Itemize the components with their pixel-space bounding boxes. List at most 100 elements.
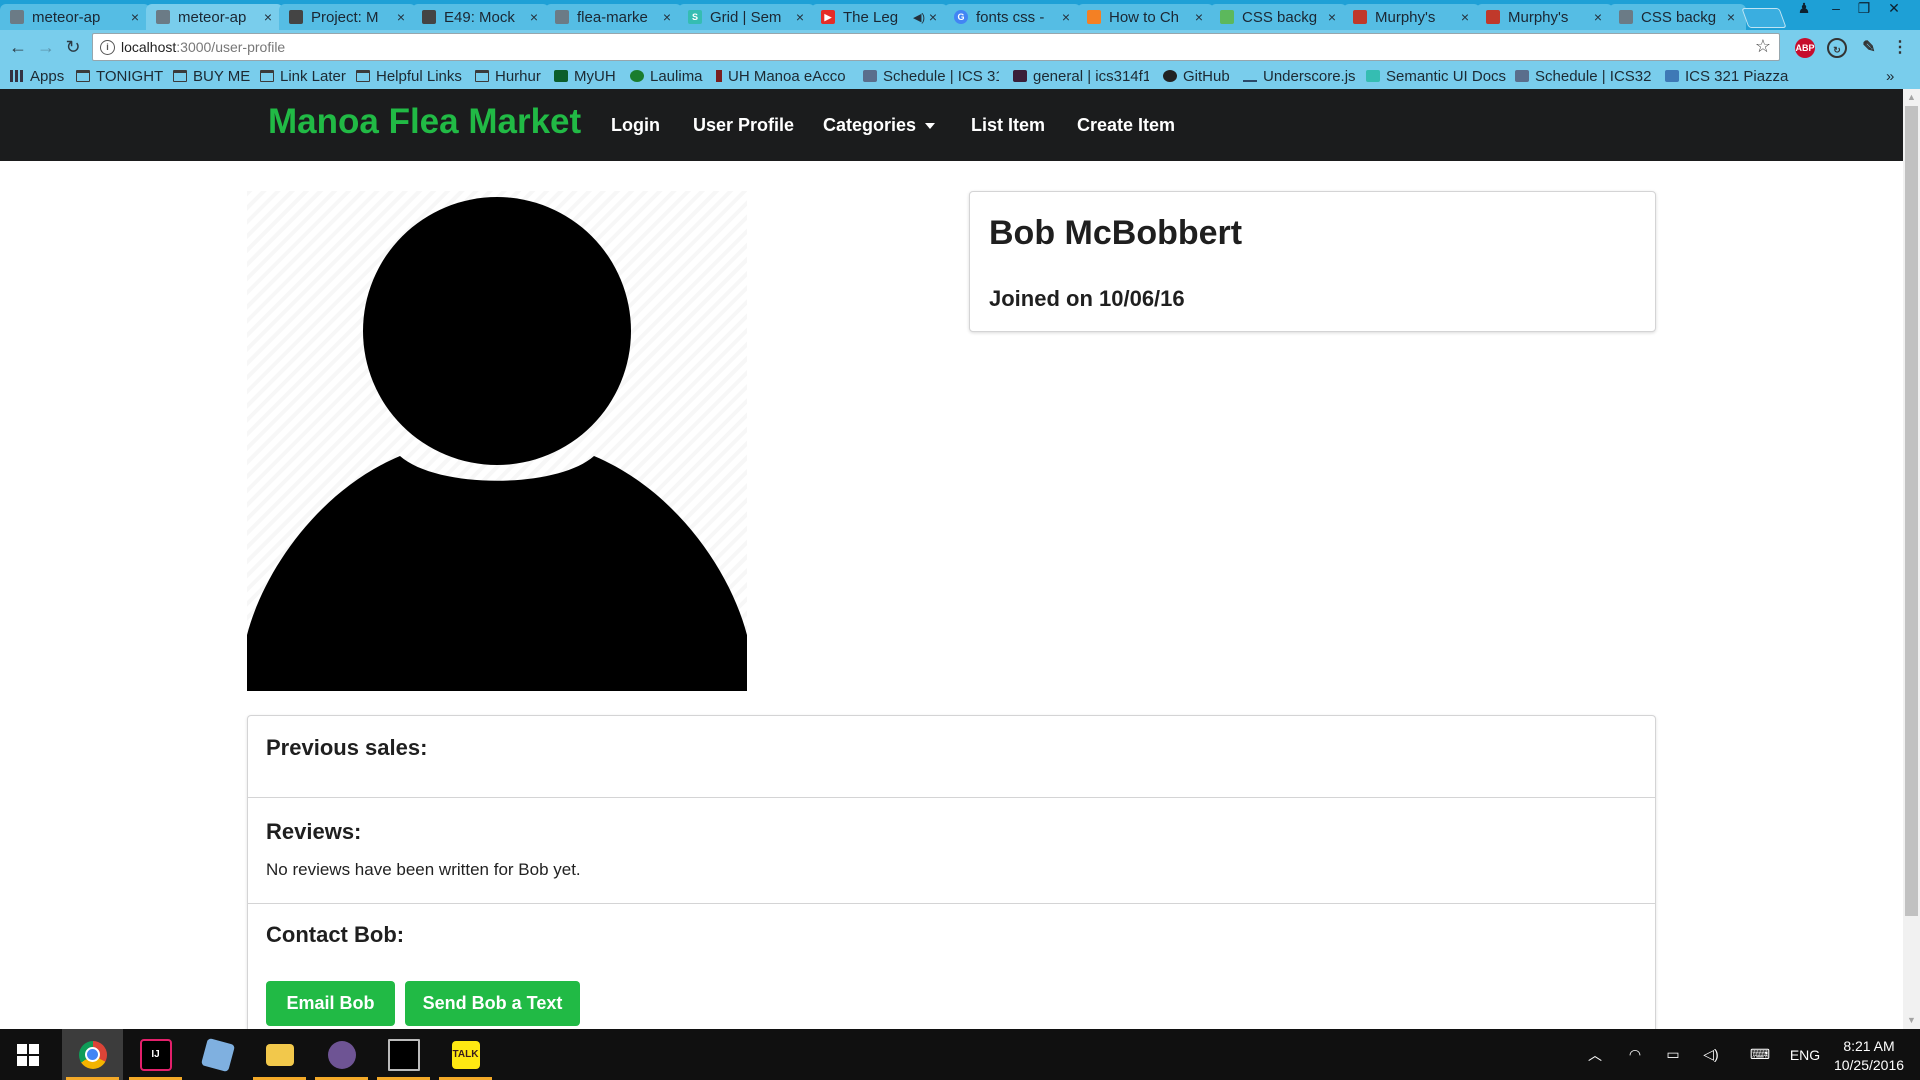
browser-tab[interactable]: S Grid | Sem × bbox=[678, 4, 815, 30]
minimize-icon[interactable]: – bbox=[1822, 0, 1850, 20]
nav-user-profile-link[interactable]: User Profile bbox=[693, 115, 794, 136]
close-icon[interactable]: × bbox=[1325, 9, 1339, 25]
sync-icon[interactable]: ↻ bbox=[1827, 38, 1847, 58]
browser-tab[interactable]: How to Ch × bbox=[1077, 4, 1214, 30]
bookmark-folder-link-later[interactable]: Link Later bbox=[260, 67, 346, 85]
bookmark-apps[interactable]: Apps bbox=[10, 67, 64, 85]
close-icon[interactable]: × bbox=[660, 9, 674, 25]
close-icon[interactable]: × bbox=[128, 9, 142, 25]
close-icon[interactable]: × bbox=[1059, 9, 1073, 25]
folder-icon bbox=[173, 70, 187, 82]
bookmark-label: TONIGHT bbox=[96, 67, 164, 85]
browser-tab[interactable]: ▶ The Leg ◀) × bbox=[811, 4, 948, 30]
audio-playing-icon[interactable]: ◀) bbox=[912, 11, 926, 24]
close-icon[interactable]: × bbox=[1591, 9, 1605, 25]
bookmark-schedule-ics31[interactable]: Schedule | ICS 31 bbox=[863, 67, 999, 85]
bookmark-folder-buy-me[interactable]: BUY ME bbox=[173, 67, 250, 85]
show-hidden-icons-chevron-icon[interactable]: ︿ bbox=[1580, 1029, 1610, 1080]
close-icon[interactable]: × bbox=[926, 9, 940, 25]
browser-tab-active[interactable]: meteor-ap × bbox=[146, 4, 283, 30]
bookmark-star-icon[interactable]: ☆ bbox=[1755, 36, 1771, 57]
tab-title: flea-marke bbox=[577, 8, 648, 26]
bookmark-folder-helpful-links[interactable]: Helpful Links bbox=[356, 67, 462, 85]
clock-date: 10/25/2016 bbox=[1833, 1057, 1905, 1073]
taskbar-github-desktop[interactable] bbox=[311, 1029, 372, 1080]
browser-tab[interactable]: CSS backg × bbox=[1210, 4, 1347, 30]
restore-icon[interactable]: ❐ bbox=[1850, 0, 1878, 20]
nav-list-item-link[interactable]: List Item bbox=[971, 115, 1045, 136]
close-icon[interactable]: × bbox=[261, 9, 275, 25]
user-silhouette-icon bbox=[247, 191, 747, 691]
taskbar-clock[interactable]: 8:21 AM 10/25/2016 bbox=[1828, 1037, 1910, 1075]
folder-icon bbox=[260, 70, 274, 82]
back-arrow-icon[interactable]: ← bbox=[6, 35, 30, 59]
taskbar-file-explorer[interactable] bbox=[249, 1029, 310, 1080]
browser-tab[interactable]: Murphy's × bbox=[1476, 4, 1613, 30]
eyedropper-icon[interactable]: ✎ bbox=[1859, 38, 1879, 58]
bookmark-piazza[interactable]: ICS 321 Piazza bbox=[1665, 67, 1788, 85]
bookmark-laulima[interactable]: Laulima bbox=[630, 67, 703, 85]
contact-heading: Contact Bob: bbox=[266, 922, 405, 947]
url-text[interactable]: localhost:3000/user-profile bbox=[121, 39, 285, 55]
browser-tab[interactable]: G fonts css - × bbox=[944, 4, 1081, 30]
address-bar[interactable]: i localhost:3000/user-profile ☆ bbox=[92, 33, 1780, 61]
browser-tab[interactable]: meteor-ap × bbox=[0, 4, 150, 30]
info-icon[interactable]: i bbox=[100, 40, 115, 55]
battery-icon[interactable]: ▭ bbox=[1658, 1029, 1688, 1080]
site-brand-logo[interactable]: Manoa Flea Market bbox=[268, 102, 581, 142]
bookmark-label: Apps bbox=[30, 67, 65, 85]
scrollbar-thumb[interactable] bbox=[1905, 106, 1918, 916]
windows-start-icon[interactable] bbox=[17, 1044, 39, 1066]
bookmark-github[interactable]: GitHub bbox=[1163, 67, 1230, 85]
touch-keyboard-icon[interactable]: ⌨ bbox=[1740, 1029, 1780, 1080]
bookmark-label: Link Later bbox=[280, 67, 346, 85]
user-profile-icon[interactable]: ♟ bbox=[1790, 0, 1818, 20]
bookmark-slack-general[interactable]: general | ics314f1 bbox=[1013, 67, 1149, 85]
menu-dots-icon[interactable]: ⋮ bbox=[1890, 38, 1910, 58]
bookmark-uh-manoa[interactable]: UH Manoa eAcco bbox=[716, 67, 846, 85]
close-icon[interactable]: × bbox=[1192, 9, 1206, 25]
page-icon bbox=[555, 10, 569, 24]
scroll-down-arrow-icon[interactable]: ▼ bbox=[1903, 1012, 1920, 1029]
close-icon[interactable]: × bbox=[1458, 9, 1472, 25]
page-scrollbar[interactable]: ▲ ▼ bbox=[1903, 89, 1920, 1029]
taskbar-virtualbox[interactable] bbox=[187, 1029, 248, 1080]
bookmark-folder-tonight[interactable]: TONIGHT bbox=[76, 67, 163, 85]
browser-tab[interactable]: flea-marke × bbox=[545, 4, 682, 30]
send-text-button[interactable]: Send Bob a Text bbox=[405, 981, 580, 1026]
taskbar-chrome[interactable] bbox=[62, 1029, 123, 1080]
bookmark-underscore[interactable]: Underscore.js bbox=[1243, 67, 1356, 85]
volume-icon[interactable]: ◁) bbox=[1696, 1029, 1726, 1080]
taskbar-terminal[interactable] bbox=[373, 1029, 434, 1080]
wifi-icon[interactable]: ◠ bbox=[1620, 1029, 1650, 1080]
close-icon[interactable]: × bbox=[793, 9, 807, 25]
nav-categories-dropdown[interactable]: Categories bbox=[823, 115, 936, 136]
language-indicator[interactable]: ENG bbox=[1785, 1029, 1825, 1080]
bookmark-myuh[interactable]: MyUH bbox=[554, 67, 616, 85]
adblock-label: ABP bbox=[1795, 43, 1815, 53]
bookmark-schedule-ics32[interactable]: Schedule | ICS32 bbox=[1515, 67, 1651, 85]
caret-down-icon bbox=[925, 123, 936, 130]
new-tab-button[interactable] bbox=[1741, 8, 1787, 28]
browser-tab[interactable]: Murphy's × bbox=[1343, 4, 1480, 30]
close-icon[interactable]: × bbox=[527, 9, 541, 25]
page-icon bbox=[1515, 70, 1529, 82]
nav-create-item-link[interactable]: Create Item bbox=[1077, 115, 1175, 136]
nav-login-link[interactable]: Login bbox=[611, 115, 660, 136]
email-button[interactable]: Email Bob bbox=[266, 981, 395, 1026]
close-icon[interactable]: × bbox=[394, 9, 408, 25]
browser-tab[interactable]: Project: M × bbox=[279, 4, 416, 30]
scroll-up-arrow-icon[interactable]: ▲ bbox=[1903, 89, 1920, 106]
bookmarks-overflow-chevron[interactable]: » bbox=[1886, 67, 1894, 85]
adblock-icon[interactable]: ABP bbox=[1795, 38, 1815, 58]
browser-tab[interactable]: E49: Mock × bbox=[412, 4, 549, 30]
browser-tab[interactable]: CSS backg × bbox=[1609, 4, 1746, 30]
bookmark-semantic-ui[interactable]: Semantic UI Docs bbox=[1366, 67, 1506, 85]
reload-icon[interactable]: ↻ bbox=[61, 35, 85, 59]
taskbar-kakaotalk[interactable]: TALK bbox=[435, 1029, 496, 1080]
close-icon[interactable]: × bbox=[1724, 9, 1738, 25]
forward-arrow-icon[interactable]: → bbox=[34, 35, 58, 59]
bookmark-folder-hurhur[interactable]: Hurhur bbox=[475, 67, 541, 85]
close-window-icon[interactable]: ✕ bbox=[1880, 0, 1908, 20]
taskbar-intellij[interactable]: IJ bbox=[125, 1029, 186, 1080]
